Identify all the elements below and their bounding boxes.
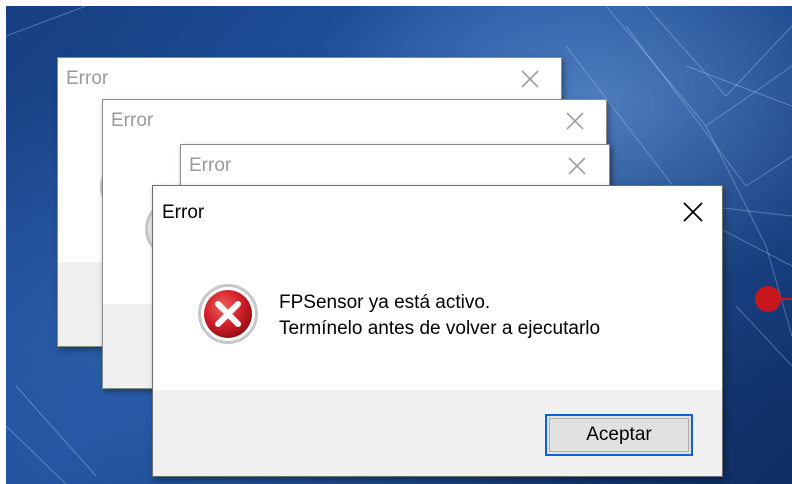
message-line-1: FPSensor ya está activo.	[279, 292, 491, 313]
dialog-titlebar: Error	[103, 100, 606, 140]
dialog-titlebar: Error	[153, 186, 722, 226]
dialog-titlebar: Error	[181, 145, 609, 185]
close-icon[interactable]	[681, 200, 705, 224]
error-icon	[198, 284, 258, 344]
dialog-title: Error	[111, 110, 154, 131]
close-icon[interactable]	[518, 67, 542, 91]
dialog-message: FPSensor ya está activo. Termínelo antes…	[279, 290, 600, 342]
accept-button[interactable]: Aceptar	[545, 414, 693, 456]
error-dialog: Error FPSensor ya está activo. Termínelo…	[152, 185, 723, 477]
dialog-title: Error	[162, 202, 205, 223]
close-icon[interactable]	[563, 109, 587, 133]
close-icon[interactable]	[565, 154, 589, 178]
dialog-title: Error	[66, 68, 109, 89]
wallpaper-red-line	[781, 298, 792, 300]
message-line-2: Termínelo antes de volver a ejecutarlo	[279, 318, 601, 339]
wallpaper-red-dot	[755, 286, 781, 312]
dialog-title: Error	[189, 155, 232, 176]
dialog-titlebar: Error	[58, 58, 561, 98]
accept-button-label: Aceptar	[549, 418, 689, 452]
